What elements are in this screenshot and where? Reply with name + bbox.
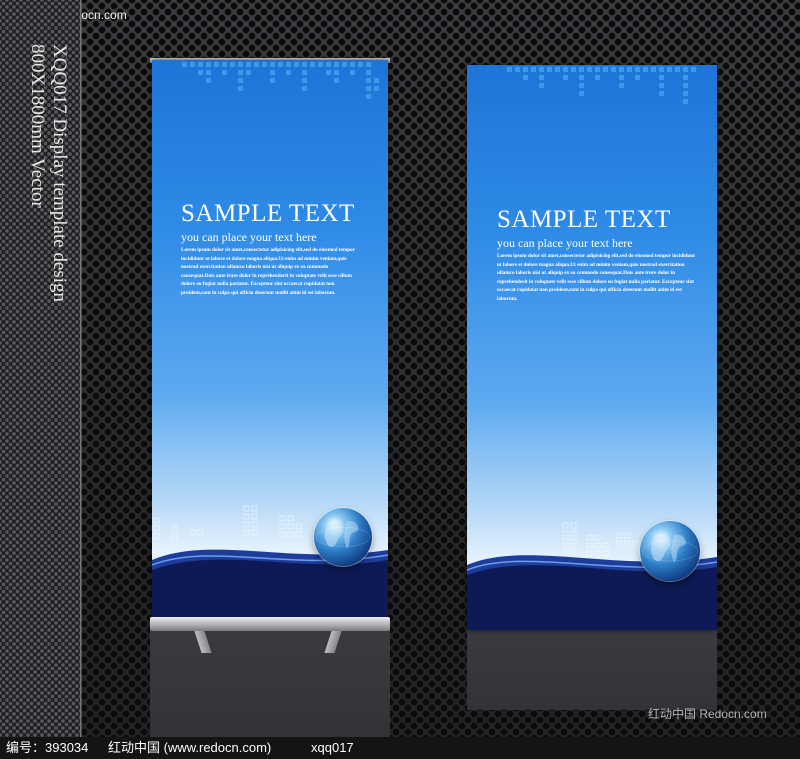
side-title: XQQ017 Display template design 800X1800m… [26,44,70,302]
side-title-line2: 800X1800mm Vector [27,44,48,208]
banner-title: SAMPLE TEXT [497,206,671,233]
footer-id: 编号：393034 [6,740,89,755]
pixel-pattern-top [507,67,696,104]
banner-body-text: Lorem ipsum dolor sit amet,consectetur a… [181,247,355,296]
footer-site: 红动中国 (www.redocn.com) [108,740,272,755]
footer-code: xqq017 [311,740,354,755]
side-title-line1: XQQ017 Display template design [49,44,70,303]
floor-left [150,630,390,737]
floor-right [467,630,717,710]
banner-title: SAMPLE TEXT [181,200,355,227]
globe-icon [640,521,700,581]
globe-continents [315,521,371,549]
pixel-pattern-top [182,62,379,99]
banner-left: SAMPLE TEXT you can place your text here… [152,60,388,620]
footer-bar: 编号：393034 红动中国 (www.redocn.com) xqq017 [0,737,800,759]
banner-subtitle: you can place your text here [497,236,633,250]
globe-continents [641,534,699,563]
banner-subtitle: you can place your text here [181,230,317,244]
banner-body-text: Lorem ipsum dolor sit amet,consectetur a… [497,253,695,302]
watermark-bottom-right: 红动中国 Redocn.com [648,707,767,721]
metal-background: 红动中国 Redocn.com XQQ017 Display template … [0,0,800,737]
banner-right: SAMPLE TEXT you can place your text here… [467,65,717,630]
stand-base [150,617,390,631]
side-divider [80,0,82,737]
globe-icon [314,508,372,566]
